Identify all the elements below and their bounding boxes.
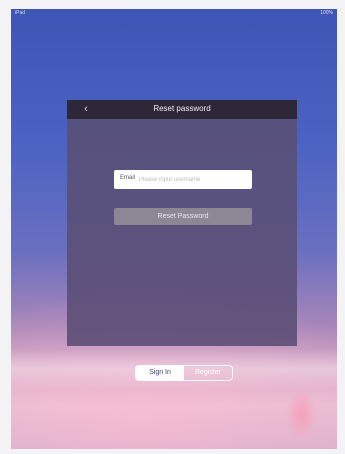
- email-label: Email: [120, 175, 136, 181]
- background-glow: [286, 389, 316, 439]
- app-screen: iPad 100% ‹ Reset password Email Reset P…: [11, 9, 337, 449]
- sign-in-tab[interactable]: Sign In: [136, 366, 184, 380]
- status-device: iPad: [15, 10, 26, 16]
- status-bar: iPad 100%: [11, 9, 337, 17]
- dialog-header: ‹ Reset password: [67, 100, 297, 119]
- email-input[interactable]: [139, 172, 247, 187]
- dialog-title: Reset password: [153, 104, 211, 113]
- status-battery: 100%: [320, 10, 333, 16]
- email-field[interactable]: Email: [114, 170, 252, 189]
- register-tab[interactable]: Register: [184, 366, 232, 380]
- reset-password-button[interactable]: Reset Password: [114, 208, 252, 225]
- reset-password-dialog: ‹ Reset password Email Reset Password: [67, 100, 297, 346]
- auth-switch: Sign In Register: [135, 365, 233, 381]
